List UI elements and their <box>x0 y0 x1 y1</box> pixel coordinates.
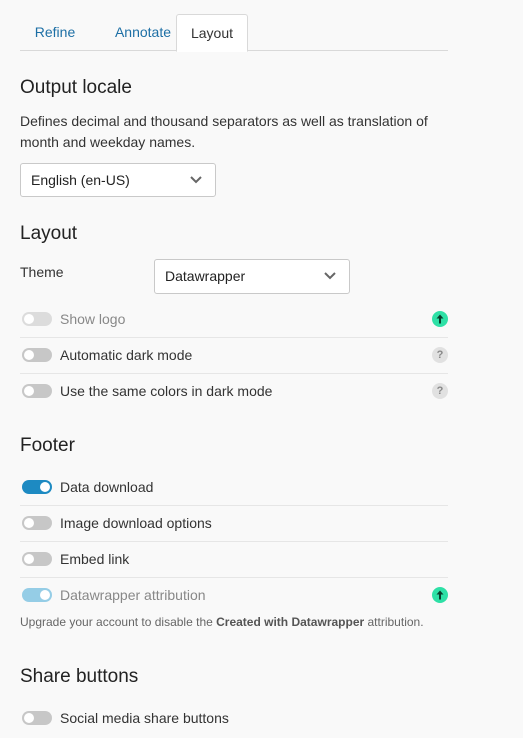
upgrade-arrow-icon[interactable] <box>432 587 448 603</box>
embed-link-label: Embed link <box>60 551 130 567</box>
help-icon[interactable]: ? <box>432 383 448 399</box>
footer-heading: Footer <box>20 435 75 456</box>
toggle-knob <box>24 350 34 360</box>
tab-annotate[interactable]: Annotate <box>100 14 186 50</box>
option-data-download: Data download <box>20 469 448 506</box>
show-logo-label: Show logo <box>60 311 126 327</box>
option-show-logo: Show logo <box>20 301 448 338</box>
social-share-toggle[interactable] <box>22 711 52 725</box>
theme-select-value: Datawrapper <box>165 268 246 284</box>
toggle-knob <box>24 518 34 528</box>
theme-label: Theme <box>20 264 64 280</box>
upgrade-note-bold: Created with Datawrapper <box>216 615 365 629</box>
output-locale-heading: Output locale <box>20 77 132 98</box>
tab-bar: Refine Annotate Layout <box>20 14 448 52</box>
image-download-label: Image download options <box>60 515 212 531</box>
locale-select-value: English (en-US) <box>31 172 130 188</box>
upgrade-note-prefix: Upgrade your account to disable the <box>20 615 217 629</box>
option-social-share: Social media share buttons <box>20 700 448 736</box>
chevron-down-icon <box>324 272 336 280</box>
toggle-knob <box>24 314 34 324</box>
locale-select[interactable]: English (en-US) <box>20 163 216 197</box>
image-download-toggle[interactable] <box>22 516 52 530</box>
toggle-knob <box>24 713 34 723</box>
show-logo-toggle[interactable] <box>22 312 52 326</box>
option-same-colors-dark-mode: Use the same colors in dark mode ? <box>20 373 448 409</box>
data-download-toggle[interactable] <box>22 480 52 494</box>
upgrade-note: Upgrade your account to disable the Crea… <box>20 615 424 629</box>
tab-refine[interactable]: Refine <box>20 14 90 50</box>
option-automatic-dark-mode: Automatic dark mode ? <box>20 337 448 374</box>
help-icon[interactable]: ? <box>432 347 448 363</box>
output-locale-description: Defines decimal and thousand separators … <box>20 113 428 150</box>
toggle-knob <box>24 386 34 396</box>
data-download-label: Data download <box>60 479 154 495</box>
toggle-knob <box>40 482 50 492</box>
same-colors-dark-mode-toggle[interactable] <box>22 384 52 398</box>
layout-heading: Layout <box>20 223 78 244</box>
upgrade-arrow-icon[interactable] <box>432 311 448 327</box>
automatic-dark-mode-label: Automatic dark mode <box>60 347 193 363</box>
embed-link-toggle[interactable] <box>22 552 52 566</box>
attribution-label: Datawrapper attribution <box>60 587 206 603</box>
automatic-dark-mode-toggle[interactable] <box>22 348 52 362</box>
option-embed-link: Embed link <box>20 541 448 578</box>
chevron-down-icon <box>190 176 202 184</box>
toggle-knob <box>40 590 50 600</box>
toggle-knob <box>24 554 34 564</box>
same-colors-dark-mode-label: Use the same colors in dark mode <box>60 383 273 399</box>
option-datawrapper-attribution: Datawrapper attribution <box>20 577 448 613</box>
option-image-download: Image download options <box>20 505 448 542</box>
social-share-label: Social media share buttons <box>60 710 229 726</box>
share-buttons-heading: Share buttons <box>20 666 139 687</box>
attribution-toggle[interactable] <box>22 588 52 602</box>
upgrade-note-suffix: attribution. <box>364 615 424 629</box>
theme-select[interactable]: Datawrapper <box>154 259 350 294</box>
tab-layout[interactable]: Layout <box>176 14 248 52</box>
